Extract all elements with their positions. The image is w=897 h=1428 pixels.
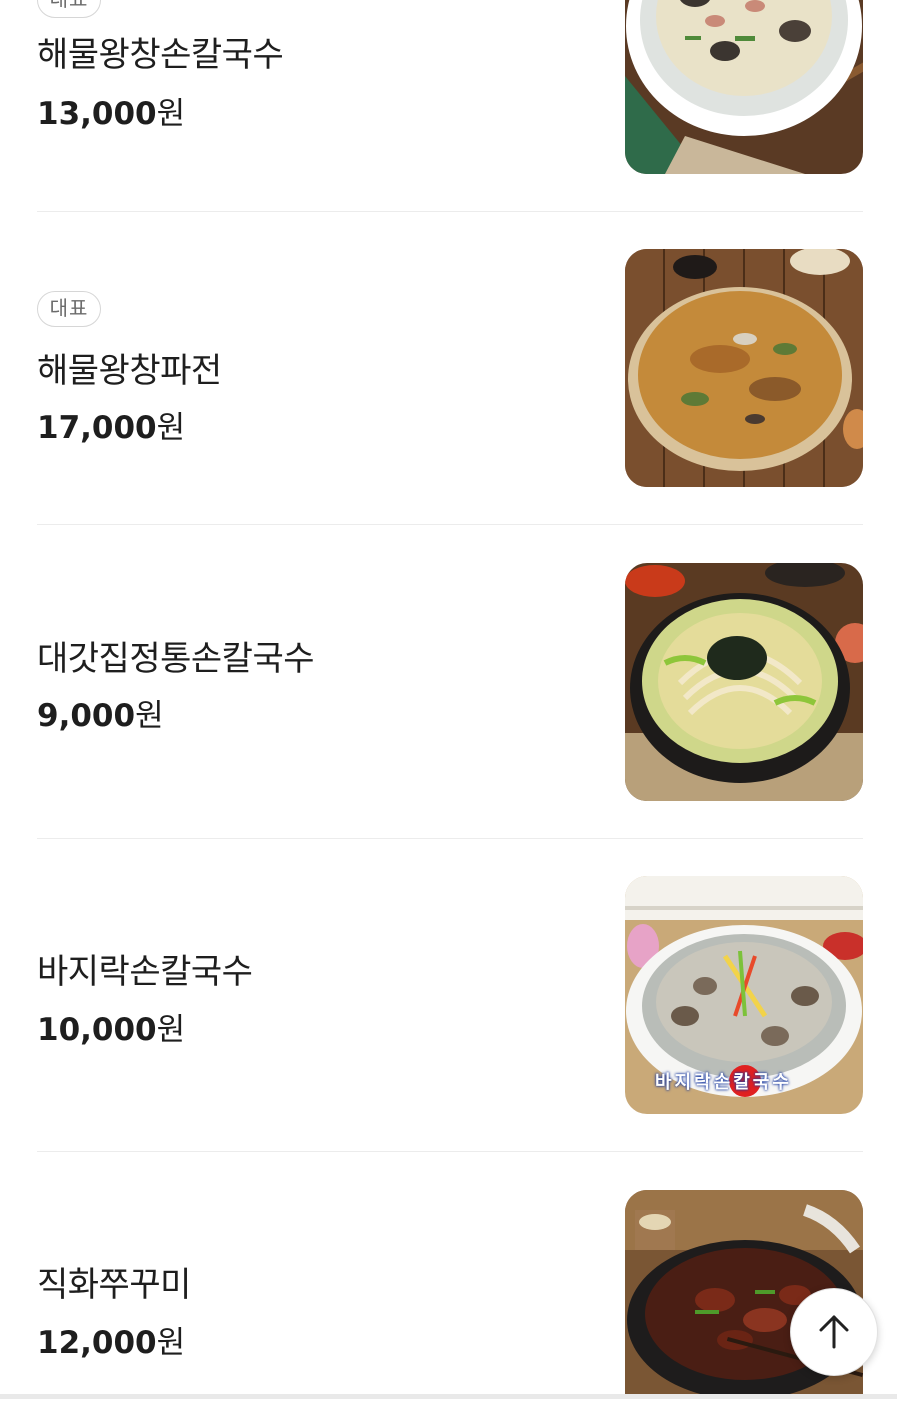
price-value: 9,000 — [37, 698, 136, 734]
menu-item[interactable]: 대표 해물왕창손칼국수 13,000원 — [37, 0, 863, 174]
representative-badge: 대표 — [37, 291, 101, 327]
menu-item-price: 9,000원 — [37, 690, 164, 735]
menu-item-name: 해물왕창손칼국수 — [37, 35, 284, 75]
arrow-up-icon — [819, 1315, 849, 1349]
bottom-edge — [0, 1394, 897, 1399]
clam-kalguksu-photo[interactable]: 바지락손칼국수 — [625, 876, 863, 1114]
traditional-kalguksu-photo[interactable] — [625, 563, 863, 801]
seafood-pajeon-photo[interactable] — [625, 249, 863, 487]
menu-item[interactable]: 바지락손칼국수 10,000원 바지락손칼국수 — [37, 876, 863, 1114]
photo-caption: 바지락손칼국수 — [655, 1072, 792, 1093]
menu-item-price: 17,000원 — [37, 402, 185, 447]
menu-item-name: 바지락손칼국수 — [37, 952, 253, 992]
menu-item[interactable]: 대표 해물왕창파전 17,000원 — [37, 249, 863, 487]
price-value: 10,000 — [37, 1012, 157, 1048]
price-currency: 원 — [156, 1012, 186, 1048]
menu-item-price: 13,000원 — [37, 88, 185, 133]
price-currency: 원 — [156, 1325, 186, 1361]
price-currency: 원 — [156, 96, 186, 132]
menu-item-name: 직화쭈꾸미 — [37, 1265, 191, 1305]
seafood-kalguksu-photo[interactable] — [625, 0, 863, 174]
divider — [37, 838, 863, 839]
price-currency: 원 — [156, 410, 186, 446]
menu-item-price: 10,000원 — [37, 1004, 185, 1049]
price-value: 13,000 — [37, 96, 157, 132]
divider — [37, 524, 863, 525]
representative-badge: 대표 — [37, 0, 101, 18]
menu-item-name: 해물왕창파전 — [37, 351, 222, 391]
menu-item-name: 대갓집정통손칼국수 — [37, 639, 315, 679]
price-value: 17,000 — [37, 410, 157, 446]
scroll-to-top-button[interactable] — [790, 1288, 878, 1376]
price-value: 12,000 — [37, 1325, 157, 1361]
menu-item-price: 12,000원 — [37, 1317, 185, 1362]
divider — [37, 1151, 863, 1152]
menu-item[interactable]: 대갓집정통손칼국수 9,000원 — [37, 563, 863, 801]
menu-item[interactable]: 직화쭈꾸미 12,000원 — [37, 1190, 863, 1428]
divider — [37, 211, 863, 212]
price-currency: 원 — [135, 698, 164, 734]
